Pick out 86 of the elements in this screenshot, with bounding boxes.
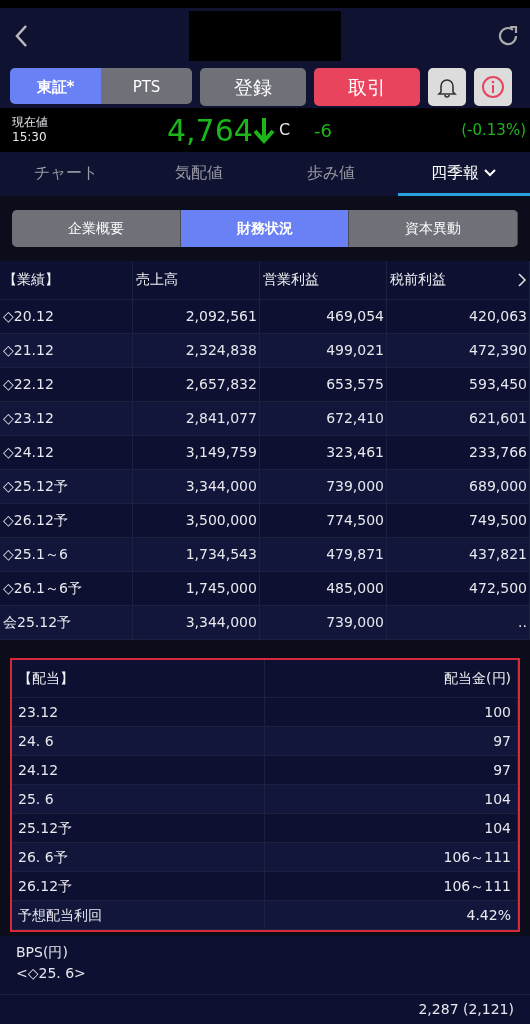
table-cell: 予想配当利回 bbox=[18, 906, 102, 923]
bell-icon[interactable] bbox=[428, 68, 466, 106]
table-cell: ◇22.12 bbox=[3, 375, 54, 392]
segment-tab[interactable]: 財務状況 bbox=[180, 210, 350, 247]
table-cell: 437,821 bbox=[469, 545, 527, 562]
table-cell: 749,500 bbox=[469, 511, 527, 528]
column-header: 税前利益 bbox=[390, 271, 447, 288]
table-cell: 485,000 bbox=[326, 579, 385, 596]
chevron-down-icon bbox=[484, 168, 497, 178]
table-cell: 104 bbox=[484, 790, 511, 807]
table-cell: 2,324,838 bbox=[185, 341, 257, 358]
table-cell: 26.12予 bbox=[18, 877, 73, 894]
table-cell: 479,871 bbox=[326, 545, 385, 562]
table-cell: 104 bbox=[484, 819, 511, 836]
tab[interactable]: チャート bbox=[0, 152, 133, 196]
table-cell: 24.12 bbox=[18, 761, 59, 778]
market-tab[interactable]: PTS bbox=[101, 68, 192, 104]
table-cell: 23.12 bbox=[18, 703, 59, 720]
segment-tab[interactable]: 資本異動 bbox=[349, 210, 518, 247]
table-cell: ◇23.12 bbox=[3, 409, 54, 426]
table-cell: 689,000 bbox=[469, 477, 527, 494]
table-cell: ◇25.1～6 bbox=[3, 545, 68, 562]
table-cell: 2,092,561 bbox=[185, 307, 257, 324]
column-header: 【業績】 bbox=[3, 271, 59, 288]
table-cell: 97 bbox=[493, 732, 511, 749]
column-header: 配当金(円) bbox=[444, 669, 511, 686]
segment-tab[interactable]: 企業概要 bbox=[12, 210, 181, 247]
table-cell: 25.12予 bbox=[18, 819, 73, 836]
column-header: 営業利益 bbox=[262, 271, 319, 288]
tab[interactable]: 気配値 bbox=[132, 152, 265, 196]
price-change: -6 bbox=[314, 118, 332, 143]
table-cell: 3,344,000 bbox=[185, 477, 257, 494]
table-cell: 2,657,832 bbox=[185, 375, 257, 392]
bps-value: 2,287 (2,121) bbox=[418, 1001, 514, 1017]
down-arrow-icon bbox=[252, 116, 275, 144]
table-cell: 233,766 bbox=[469, 443, 527, 460]
table-cell: 323,461 bbox=[326, 443, 385, 460]
table-cell: 1,734,543 bbox=[185, 545, 257, 562]
table-cell: 774,500 bbox=[326, 511, 385, 528]
table-cell: ◇25.12予 bbox=[3, 477, 68, 494]
table-cell: 会25.12予 bbox=[3, 613, 72, 630]
table-cell: 106～111 bbox=[443, 848, 511, 865]
table-cell: 106～111 bbox=[443, 877, 511, 894]
bps-label: BPS(円) bbox=[16, 943, 69, 962]
info-icon[interactable] bbox=[474, 68, 512, 106]
table-cell: 739,000 bbox=[326, 477, 385, 494]
table-cell: 97 bbox=[493, 761, 511, 778]
bps-period: <◇25. 6> bbox=[16, 964, 87, 983]
table-cell: ◇26.12予 bbox=[3, 511, 68, 528]
table-cell: 3,500,000 bbox=[185, 511, 257, 528]
column-header: 【配当】 bbox=[18, 669, 74, 686]
price-time: 15:30 bbox=[12, 130, 48, 145]
table-cell: ◇21.12 bbox=[3, 341, 54, 358]
table-cell: 4.42% bbox=[466, 906, 511, 923]
table-cell: ◇24.12 bbox=[3, 443, 54, 460]
table-cell: 100 bbox=[484, 703, 511, 720]
table-cell: 3,149,759 bbox=[185, 443, 257, 460]
table-cell: 1,745,000 bbox=[185, 579, 257, 596]
table-cell: 2,841,077 bbox=[185, 409, 257, 426]
table-cell: 469,054 bbox=[326, 307, 385, 324]
table-cell: 499,021 bbox=[326, 341, 385, 358]
price-change-percent: (-0.13%) bbox=[461, 119, 526, 141]
price-label: 現在値 bbox=[12, 115, 49, 130]
market-tab[interactable]: 東証* bbox=[10, 68, 101, 104]
table-cell: 3,344,000 bbox=[185, 613, 257, 630]
price-status-letter: C bbox=[278, 119, 291, 141]
table-cell: ◇20.12 bbox=[3, 307, 54, 324]
table-cell: 420,063 bbox=[469, 307, 527, 324]
table-cell: 653,575 bbox=[326, 375, 385, 392]
table-cell: 621,601 bbox=[469, 409, 527, 426]
table-cell: 472,500 bbox=[469, 579, 527, 596]
current-price: 4,764 bbox=[167, 111, 253, 150]
table-cell: ◇26.1～6予 bbox=[3, 579, 82, 596]
column-header: 売上高 bbox=[135, 271, 178, 288]
table-cell: 25. 6 bbox=[18, 790, 54, 807]
table-cell: 593,450 bbox=[469, 375, 527, 392]
table-cell: 739,000 bbox=[326, 613, 385, 630]
tab[interactable]: 歩み値 bbox=[265, 152, 398, 196]
table-cell: 26. 6予 bbox=[18, 848, 68, 865]
table-cell: 472,390 bbox=[469, 341, 527, 358]
trade-button[interactable]: 取引 bbox=[314, 68, 420, 106]
table-cell: .. bbox=[518, 613, 527, 630]
table-cell: 672,410 bbox=[326, 409, 385, 426]
chevron-right-icon[interactable] bbox=[517, 272, 527, 288]
register-button[interactable]: 登録 bbox=[200, 68, 306, 106]
table-cell: 24. 6 bbox=[18, 732, 54, 749]
